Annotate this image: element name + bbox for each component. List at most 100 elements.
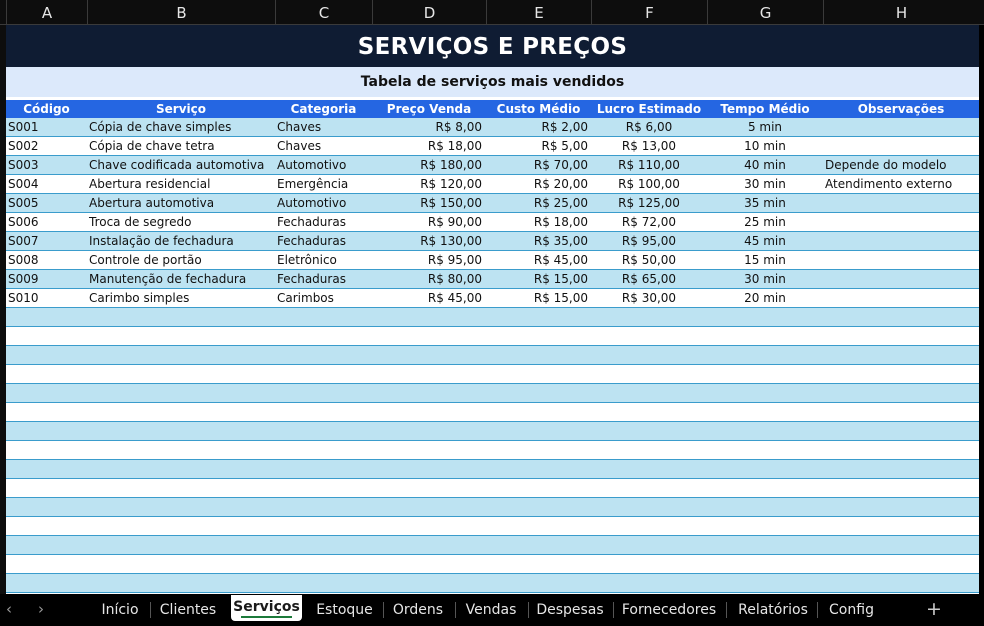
table-cell[interactable]: R$ 110,00 — [591, 156, 707, 174]
column-header-e[interactable]: E — [486, 0, 591, 25]
table-cell[interactable]: R$ 100,00 — [591, 175, 707, 193]
tab-relatorios[interactable]: Relatórios — [732, 601, 814, 619]
table-cell[interactable]: Automotivo — [277, 156, 372, 174]
table-row[interactable]: S002 Cópia de chave tetra Chaves R$ 18,00 R$… — [6, 137, 979, 156]
table-row[interactable]: S001 Cópia de chave simples Chaves R$ 8,00 R… — [6, 118, 979, 137]
column-header-c[interactable]: C — [275, 0, 372, 25]
table-cell[interactable]: R$ 15,00 — [486, 289, 588, 307]
table-row[interactable] — [6, 327, 979, 346]
table-cell[interactable]: R$ 125,00 — [591, 194, 707, 212]
table-cell[interactable]: R$ 120,00 — [372, 175, 482, 193]
table-cell[interactable]: R$ 95,00 — [591, 232, 707, 250]
table-cell[interactable]: Abertura automotiva — [89, 194, 275, 212]
table-cell[interactable]: R$ 13,00 — [591, 137, 707, 155]
tab-vendas[interactable]: Vendas — [461, 601, 521, 619]
table-cell[interactable] — [825, 118, 979, 136]
table-cell[interactable]: 30 min — [707, 175, 823, 193]
table-row[interactable]: S009 Manutenção de fechadura Fechaduras R$ … — [6, 270, 979, 289]
header-servico[interactable]: Serviço — [87, 100, 275, 118]
table-cell[interactable]: S003 — [8, 156, 87, 174]
table-cell[interactable]: R$ 72,00 — [591, 213, 707, 231]
table-cell[interactable] — [825, 289, 979, 307]
header-tempo-medio[interactable]: Tempo Médio — [707, 100, 823, 118]
table-row[interactable] — [6, 441, 979, 460]
table-row[interactable]: S006 Troca de segredo Fechaduras R$ 90,00 R$… — [6, 213, 979, 232]
table-row[interactable] — [6, 479, 979, 498]
table-cell[interactable]: R$ 25,00 — [486, 194, 588, 212]
column-header-d[interactable]: D — [372, 0, 486, 25]
table-row[interactable] — [6, 365, 979, 384]
table-row[interactable]: S005 Abertura automotiva Automotivo R$ 150,… — [6, 194, 979, 213]
table-row[interactable] — [6, 517, 979, 536]
table-cell[interactable] — [825, 232, 979, 250]
tab-servicos[interactable]: Serviços — [231, 595, 302, 621]
tab-despesas[interactable]: Despesas — [534, 601, 606, 619]
table-row[interactable]: S004 Abertura residencial Emergência R$ 120… — [6, 175, 979, 194]
table-cell[interactable]: Cópia de chave simples — [89, 118, 275, 136]
table-cell[interactable]: 35 min — [707, 194, 823, 212]
table-cell[interactable]: Abertura residencial — [89, 175, 275, 193]
tab-clientes[interactable]: Clientes — [156, 601, 220, 619]
table-cell[interactable]: 30 min — [707, 270, 823, 288]
table-cell[interactable]: R$ 2,00 — [486, 118, 588, 136]
table-cell[interactable]: Fechaduras — [277, 270, 372, 288]
table-cell[interactable]: R$ 8,00 — [372, 118, 482, 136]
table-cell[interactable]: S001 — [8, 118, 87, 136]
table-cell[interactable]: R$ 45,00 — [372, 289, 482, 307]
table-row[interactable]: S007 Instalação de fechadura Fechaduras R$ … — [6, 232, 979, 251]
table-cell[interactable]: Chave codificada automotiva — [89, 156, 275, 174]
table-row[interactable]: S003 Chave codificada automotiva Automotiv… — [6, 156, 979, 175]
table-row[interactable]: S010 Carimbo simples Carimbos R$ 45,00 R$ 15… — [6, 289, 979, 308]
tab-fornecedores[interactable]: Fornecedores — [619, 601, 719, 619]
table-cell[interactable]: Depende do modelo — [825, 156, 979, 174]
table-cell[interactable]: S010 — [8, 289, 87, 307]
table-cell[interactable]: R$ 90,00 — [372, 213, 482, 231]
table-cell[interactable]: R$ 70,00 — [486, 156, 588, 174]
table-cell[interactable]: R$ 18,00 — [486, 213, 588, 231]
table-cell[interactable]: S007 — [8, 232, 87, 250]
column-header-f[interactable]: F — [591, 0, 707, 25]
table-row[interactable] — [6, 422, 979, 441]
table-cell[interactable] — [825, 137, 979, 155]
table-row[interactable]: S008 Controle de portão Eletrônico R$ 95,00… — [6, 251, 979, 270]
table-cell[interactable]: 10 min — [707, 137, 823, 155]
table-cell[interactable]: S004 — [8, 175, 87, 193]
table-cell[interactable]: Fechaduras — [277, 232, 372, 250]
header-categoria[interactable]: Categoria — [275, 100, 372, 118]
table-row[interactable] — [6, 460, 979, 479]
header-observacoes[interactable]: Observações — [823, 100, 979, 118]
table-row[interactable] — [6, 498, 979, 517]
table-cell[interactable]: R$ 18,00 — [372, 137, 482, 155]
table-cell[interactable]: 20 min — [707, 289, 823, 307]
header-lucro-estimado[interactable]: Lucro Estimado — [591, 100, 707, 118]
table-cell[interactable]: Chaves — [277, 137, 372, 155]
next-sheet-arrow-icon[interactable]: › — [34, 600, 48, 618]
table-cell[interactable]: R$ 30,00 — [591, 289, 707, 307]
table-row[interactable] — [6, 346, 979, 365]
tab-ordens[interactable]: Ordens — [389, 601, 447, 619]
table-cell[interactable]: R$ 45,00 — [486, 251, 588, 269]
table-cell[interactable]: Manutenção de fechadura — [89, 270, 275, 288]
table-row[interactable] — [6, 384, 979, 403]
table-cell[interactable] — [825, 251, 979, 269]
table-cell[interactable]: R$ 5,00 — [486, 137, 588, 155]
table-cell[interactable]: Chaves — [277, 118, 372, 136]
table-cell[interactable]: Cópia de chave tetra — [89, 137, 275, 155]
table-cell[interactable]: S005 — [8, 194, 87, 212]
table-cell[interactable]: Fechaduras — [277, 213, 372, 231]
table-cell[interactable]: R$ 20,00 — [486, 175, 588, 193]
table-cell[interactable]: S002 — [8, 137, 87, 155]
column-header-h[interactable]: H — [823, 0, 979, 25]
sheet-subtitle[interactable]: Tabela de serviços mais vendidos — [6, 67, 979, 97]
table-cell[interactable]: Carimbo simples — [89, 289, 275, 307]
table-cell[interactable]: S006 — [8, 213, 87, 231]
table-cell[interactable] — [825, 194, 979, 212]
table-cell[interactable]: 45 min — [707, 232, 823, 250]
table-cell[interactable]: R$ 80,00 — [372, 270, 482, 288]
tab-config[interactable]: Config — [823, 601, 880, 619]
table-cell[interactable]: R$ 65,00 — [591, 270, 707, 288]
header-custo-medio[interactable]: Custo Médio — [486, 100, 591, 118]
table-cell[interactable]: R$ 50,00 — [591, 251, 707, 269]
tab-estoque[interactable]: Estoque — [313, 601, 376, 619]
table-cell[interactable]: S009 — [8, 270, 87, 288]
